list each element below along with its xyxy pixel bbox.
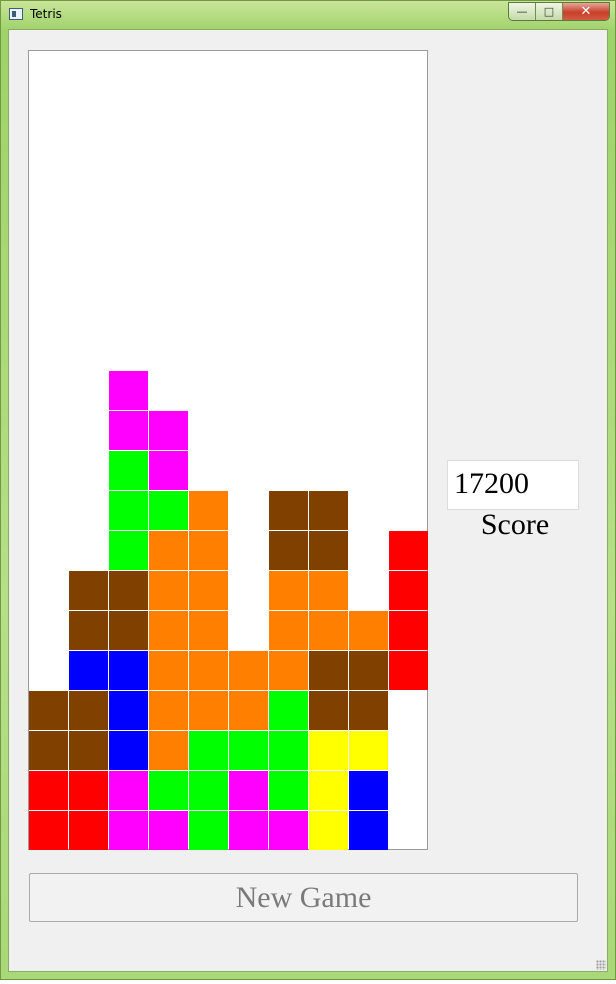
board-block [229,691,268,730]
board-block [229,771,268,810]
board-block [309,571,348,610]
board-block [389,611,428,650]
board-block [269,651,308,690]
board-block [309,651,348,690]
board-block [109,691,148,730]
board-block [109,811,148,850]
board-block [349,771,388,810]
board-block [229,651,268,690]
board-block [189,531,228,570]
board-block [349,691,388,730]
board-block [309,731,348,770]
board-block [69,691,108,730]
board-block [149,811,188,850]
board-block [269,771,308,810]
board-block [189,691,228,730]
board-block [269,611,308,650]
board-block [349,731,388,770]
board-block [389,571,428,610]
board-block [189,571,228,610]
board-block [109,491,148,530]
board-block [389,651,428,690]
maximize-button[interactable]: □ [536,3,563,20]
board-block [309,611,348,650]
board-block [149,731,188,770]
board-block [189,811,228,850]
board-block [349,811,388,850]
board-block [309,691,348,730]
board-block [109,651,148,690]
board-block [149,611,188,650]
board-block [389,531,428,570]
close-button[interactable]: ✕ [563,3,609,20]
board-block [269,691,308,730]
board-block [149,531,188,570]
board-block [309,531,348,570]
board-block [109,771,148,810]
board-block [109,451,148,490]
board-block [309,771,348,810]
score-display: 17200 [447,460,579,510]
board-block [29,771,68,810]
board-block [229,731,268,770]
board-block [189,731,228,770]
board-block [109,731,148,770]
board-block [269,491,308,530]
board-block [229,811,268,850]
board-block [29,691,68,730]
board-block [149,691,188,730]
resize-grip[interactable] [596,960,606,970]
board-block [269,811,308,850]
board-block [189,771,228,810]
board-block [69,611,108,650]
board-block [69,731,108,770]
board-block [69,571,108,610]
board-block [149,451,188,490]
board-block [29,731,68,770]
board-block [269,531,308,570]
minimize-button[interactable]: — [509,3,536,20]
board-block [149,491,188,530]
game-board[interactable] [28,50,428,850]
board-block [149,411,188,450]
window-title: Tetris [30,7,62,21]
board-block [309,491,348,530]
board-block [269,571,308,610]
board-block [269,731,308,770]
caption-buttons: — □ ✕ [508,2,610,21]
board-block [109,411,148,450]
new-game-button[interactable]: New Game [29,873,578,922]
board-block [349,651,388,690]
board-block [149,771,188,810]
board-block [69,651,108,690]
board-block [69,771,108,810]
board-block [349,611,388,650]
board-block [149,651,188,690]
board-block [109,611,148,650]
app-icon [9,8,23,20]
score-label: Score [480,508,550,541]
board-block [189,491,228,530]
board-block [189,611,228,650]
board-block [109,371,148,410]
board-block [149,571,188,610]
board-block [69,811,108,850]
board-block [189,651,228,690]
board-block [29,811,68,850]
board-block [109,571,148,610]
board-block [309,811,348,850]
board-block [109,531,148,570]
